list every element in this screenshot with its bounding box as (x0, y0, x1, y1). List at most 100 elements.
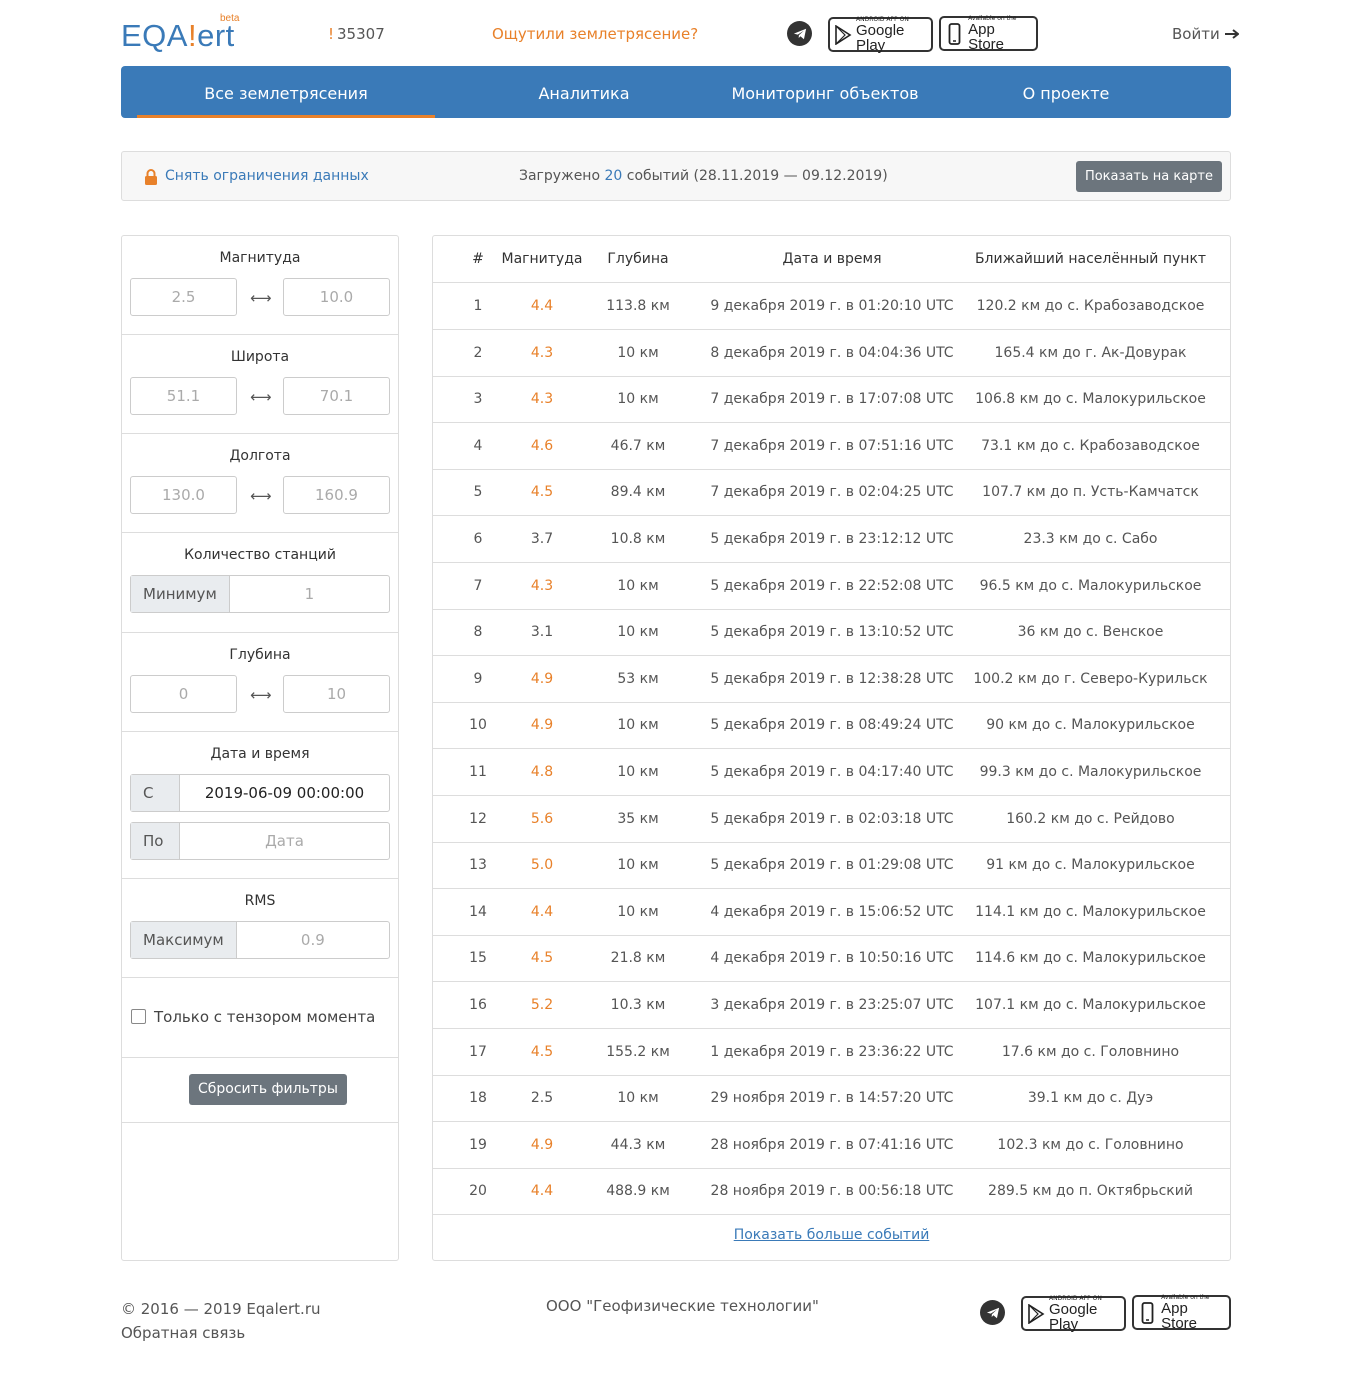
cell-number: 6 (473, 531, 483, 547)
cell-datetime: 5 декабря 2019 г. в 04:17:40 UTC (710, 764, 954, 780)
nav-analytics[interactable]: Аналитика (514, 66, 654, 118)
latitude-max-input[interactable]: 70.1 (283, 377, 390, 415)
date-to-input[interactable]: Дата (180, 823, 389, 859)
depth-min-input[interactable]: 0 (130, 675, 237, 713)
cell-datetime: 5 декабря 2019 г. в 01:29:08 UTC (710, 857, 954, 873)
longitude-max-input[interactable]: 160.9 (283, 476, 390, 514)
table-row[interactable]: 3 4.3 10 км 7 декабря 2019 г. в 17:07:08 UT… (433, 376, 1230, 423)
magnitude-max-input[interactable]: 10.0 (283, 278, 390, 316)
table-row[interactable]: 8 3.1 10 км 5 декабря 2019 г. в 13:10:52 UT… (433, 609, 1230, 656)
login-link[interactable]: Войти (1172, 25, 1240, 43)
cell-datetime: 5 декабря 2019 г. в 22:52:08 UTC (710, 578, 954, 594)
table-row[interactable]: 6 3.7 10.8 км 5 декабря 2019 г. в 23:12:12 … (433, 516, 1230, 563)
cell-datetime: 5 декабря 2019 г. в 13:10:52 UTC (710, 624, 954, 640)
rms-max-field[interactable]: Максимум 0.9 (130, 921, 390, 959)
table-row[interactable]: 2 4.3 10 км 8 декабря 2019 г. в 04:04:36 UT… (433, 330, 1230, 377)
cell-depth: 46.7 км (610, 438, 666, 454)
magnitude-min-input[interactable]: 2.5 (130, 278, 237, 316)
footer-google-play-button[interactable]: ANDROID APP ON Google Play (1021, 1295, 1126, 1332)
table-row[interactable]: 10 4.9 10 км 5 декабря 2019 г. в 08:49:24 U… (433, 702, 1230, 749)
footer-left: © 2016 — 2019 Eqalert.ru Обратная связь (121, 1297, 321, 1345)
cell-depth: 113.8 км (606, 298, 670, 314)
table-row[interactable]: 5 4.5 89.4 км 7 декабря 2019 г. в 02:04:25 … (433, 469, 1230, 516)
cell-datetime: 4 декабря 2019 г. в 15:06:52 UTC (710, 904, 954, 920)
feedback-link[interactable]: Обратная связь (121, 1321, 321, 1345)
loaded-count: 20 (604, 168, 623, 184)
table-header: # Магнитуда Глубина Дата и время Ближайш… (433, 236, 1230, 283)
table-row[interactable]: 13 5.0 10 км 5 декабря 2019 г. в 01:29:08 U… (433, 842, 1230, 889)
table-row[interactable]: 14 4.4 10 км 4 декабря 2019 г. в 15:06:52 U… (433, 889, 1230, 936)
tensor-checkbox-label[interactable]: Только с тензором момента (154, 1008, 375, 1026)
cell-place: 114.1 км до с. Малокурильское (975, 904, 1206, 920)
table-row[interactable]: 16 5.2 10.3 км 3 декабря 2019 г. в 23:25:07… (433, 982, 1230, 1029)
remove-data-limits-link[interactable]: Снять ограничения данных (165, 168, 369, 184)
table-row[interactable]: 9 4.9 53 км 5 декабря 2019 г. в 12:38:28 UT… (433, 656, 1230, 703)
stations-min-input[interactable]: 1 (230, 576, 389, 612)
col-header-datetime[interactable]: Дата и время (703, 236, 961, 282)
table-row[interactable]: 11 4.8 10 км 5 декабря 2019 г. в 04:17:40 U… (433, 749, 1230, 796)
col-header-magnitude[interactable]: Магнитуда (501, 236, 583, 282)
filter-title: RMS (244, 893, 276, 909)
filter-datetime: Дата и время С 2019-06-09 00:00:00 По Да… (122, 732, 398, 879)
table-row[interactable]: 7 4.3 10 км 5 декабря 2019 г. в 22:52:08 UT… (433, 563, 1230, 610)
tensor-checkbox[interactable] (131, 1009, 146, 1024)
table-row[interactable]: 4 4.6 46.7 км 7 декабря 2019 г. в 07:51:16 … (433, 423, 1230, 470)
telegram-icon[interactable] (980, 1300, 1005, 1325)
earthquakes-table: # Магнитуда Глубина Дата и время Ближайш… (432, 235, 1231, 1261)
felt-earthquake-link[interactable]: Ощутили землетрясение? (492, 25, 698, 43)
nav-all-earthquakes[interactable]: Все землетрясения (137, 66, 435, 118)
cell-magnitude: 4.4 (530, 904, 554, 920)
cell-place: 91 км до с. Малокурильское (986, 857, 1195, 873)
table-row[interactable]: 19 4.9 44.3 км 28 ноября 2019 г. в 07:41:16… (433, 1122, 1230, 1169)
reset-filters-button[interactable]: Сбросить фильтры (189, 1074, 347, 1105)
filter-actions: Сбросить фильтры (122, 1058, 398, 1123)
counter-value: 35307 (337, 25, 385, 43)
cell-place: 102.3 км до с. Головнино (997, 1137, 1184, 1153)
login-label: Войти (1172, 25, 1220, 43)
filter-stations: Количество станций Минимум 1 (122, 533, 398, 633)
cell-depth: 10.3 км (610, 997, 666, 1013)
app-store-text: App Store (1161, 1299, 1197, 1332)
google-play-button[interactable]: ANDROID APP ON Google Play (828, 16, 933, 54)
cell-number: 11 (469, 764, 487, 780)
table-row[interactable]: 12 5.6 35 км 5 декабря 2019 г. в 02:03:18 U… (433, 796, 1230, 843)
longitude-min-input[interactable]: 130.0 (130, 476, 237, 514)
show-more-events-link[interactable]: Показать больше событий (433, 1227, 1230, 1243)
latitude-min-input[interactable]: 51.1 (130, 377, 237, 415)
table-row[interactable]: 20 4.4 488.9 км 28 ноября 2019 г. в 00:56:1… (433, 1168, 1230, 1215)
table-row[interactable]: 15 4.5 21.8 км 4 декабря 2019 г. в 10:50:16… (433, 935, 1230, 982)
cell-number: 5 (473, 484, 483, 500)
footer-app-store-button[interactable]: Available on the App Store (1132, 1294, 1231, 1332)
filters-panel: Магнитуда 2.5 ⟷ 10.0 Широта 51.1 ⟷ 70.1 … (121, 235, 399, 1261)
table-row[interactable]: 17 4.5 155.2 км 1 декабря 2019 г. в 23:36:2… (433, 1029, 1230, 1076)
depth-max-input[interactable]: 10 (283, 675, 390, 713)
cell-datetime: 7 декабря 2019 г. в 07:51:16 UTC (710, 438, 954, 454)
google-play-text: Google Play (856, 21, 905, 54)
filter-title: Глубина (229, 647, 291, 663)
main-nav: Все землетрясения Аналитика Мониторинг о… (121, 66, 1231, 118)
nav-object-monitoring[interactable]: Мониторинг объектов (721, 66, 929, 118)
cell-depth: 89.4 км (610, 484, 666, 500)
nav-about[interactable]: О проекте (1011, 66, 1121, 118)
rms-max-input[interactable]: 0.9 (237, 922, 389, 958)
loaded-prefix: Загружено (519, 168, 601, 184)
cell-number: 20 (469, 1183, 487, 1199)
date-from-input[interactable]: 2019-06-09 00:00:00 (180, 775, 389, 811)
cell-place: 107.7 км до п. Усть-Камчатск (982, 484, 1199, 500)
table-row[interactable]: 1 4.4 113.8 км 9 декабря 2019 г. в 01:20:10… (433, 283, 1230, 330)
cell-magnitude: 4.9 (530, 717, 554, 733)
show-on-map-button[interactable]: Показать на карте (1075, 161, 1222, 192)
date-from-field[interactable]: С 2019-06-09 00:00:00 (130, 774, 390, 812)
date-to-field[interactable]: По Дата (130, 822, 390, 860)
app-store-button[interactable]: Available on the App Store (939, 15, 1038, 52)
arrow-right-icon (1224, 25, 1240, 43)
col-header-depth[interactable]: Глубина (593, 236, 683, 282)
logo[interactable]: EQA!ert (121, 18, 235, 54)
cell-number: 15 (469, 950, 487, 966)
telegram-icon[interactable] (787, 21, 812, 46)
cell-place: 17.6 км до с. Головнино (1001, 1044, 1180, 1060)
stations-min-field[interactable]: Минимум 1 (130, 575, 390, 613)
cell-depth: 10 км (617, 904, 659, 920)
col-header-place: Ближайший населённый пункт (974, 251, 1207, 267)
table-row[interactable]: 18 2.5 10 км 29 ноября 2019 г. в 14:57:20 U… (433, 1075, 1230, 1122)
